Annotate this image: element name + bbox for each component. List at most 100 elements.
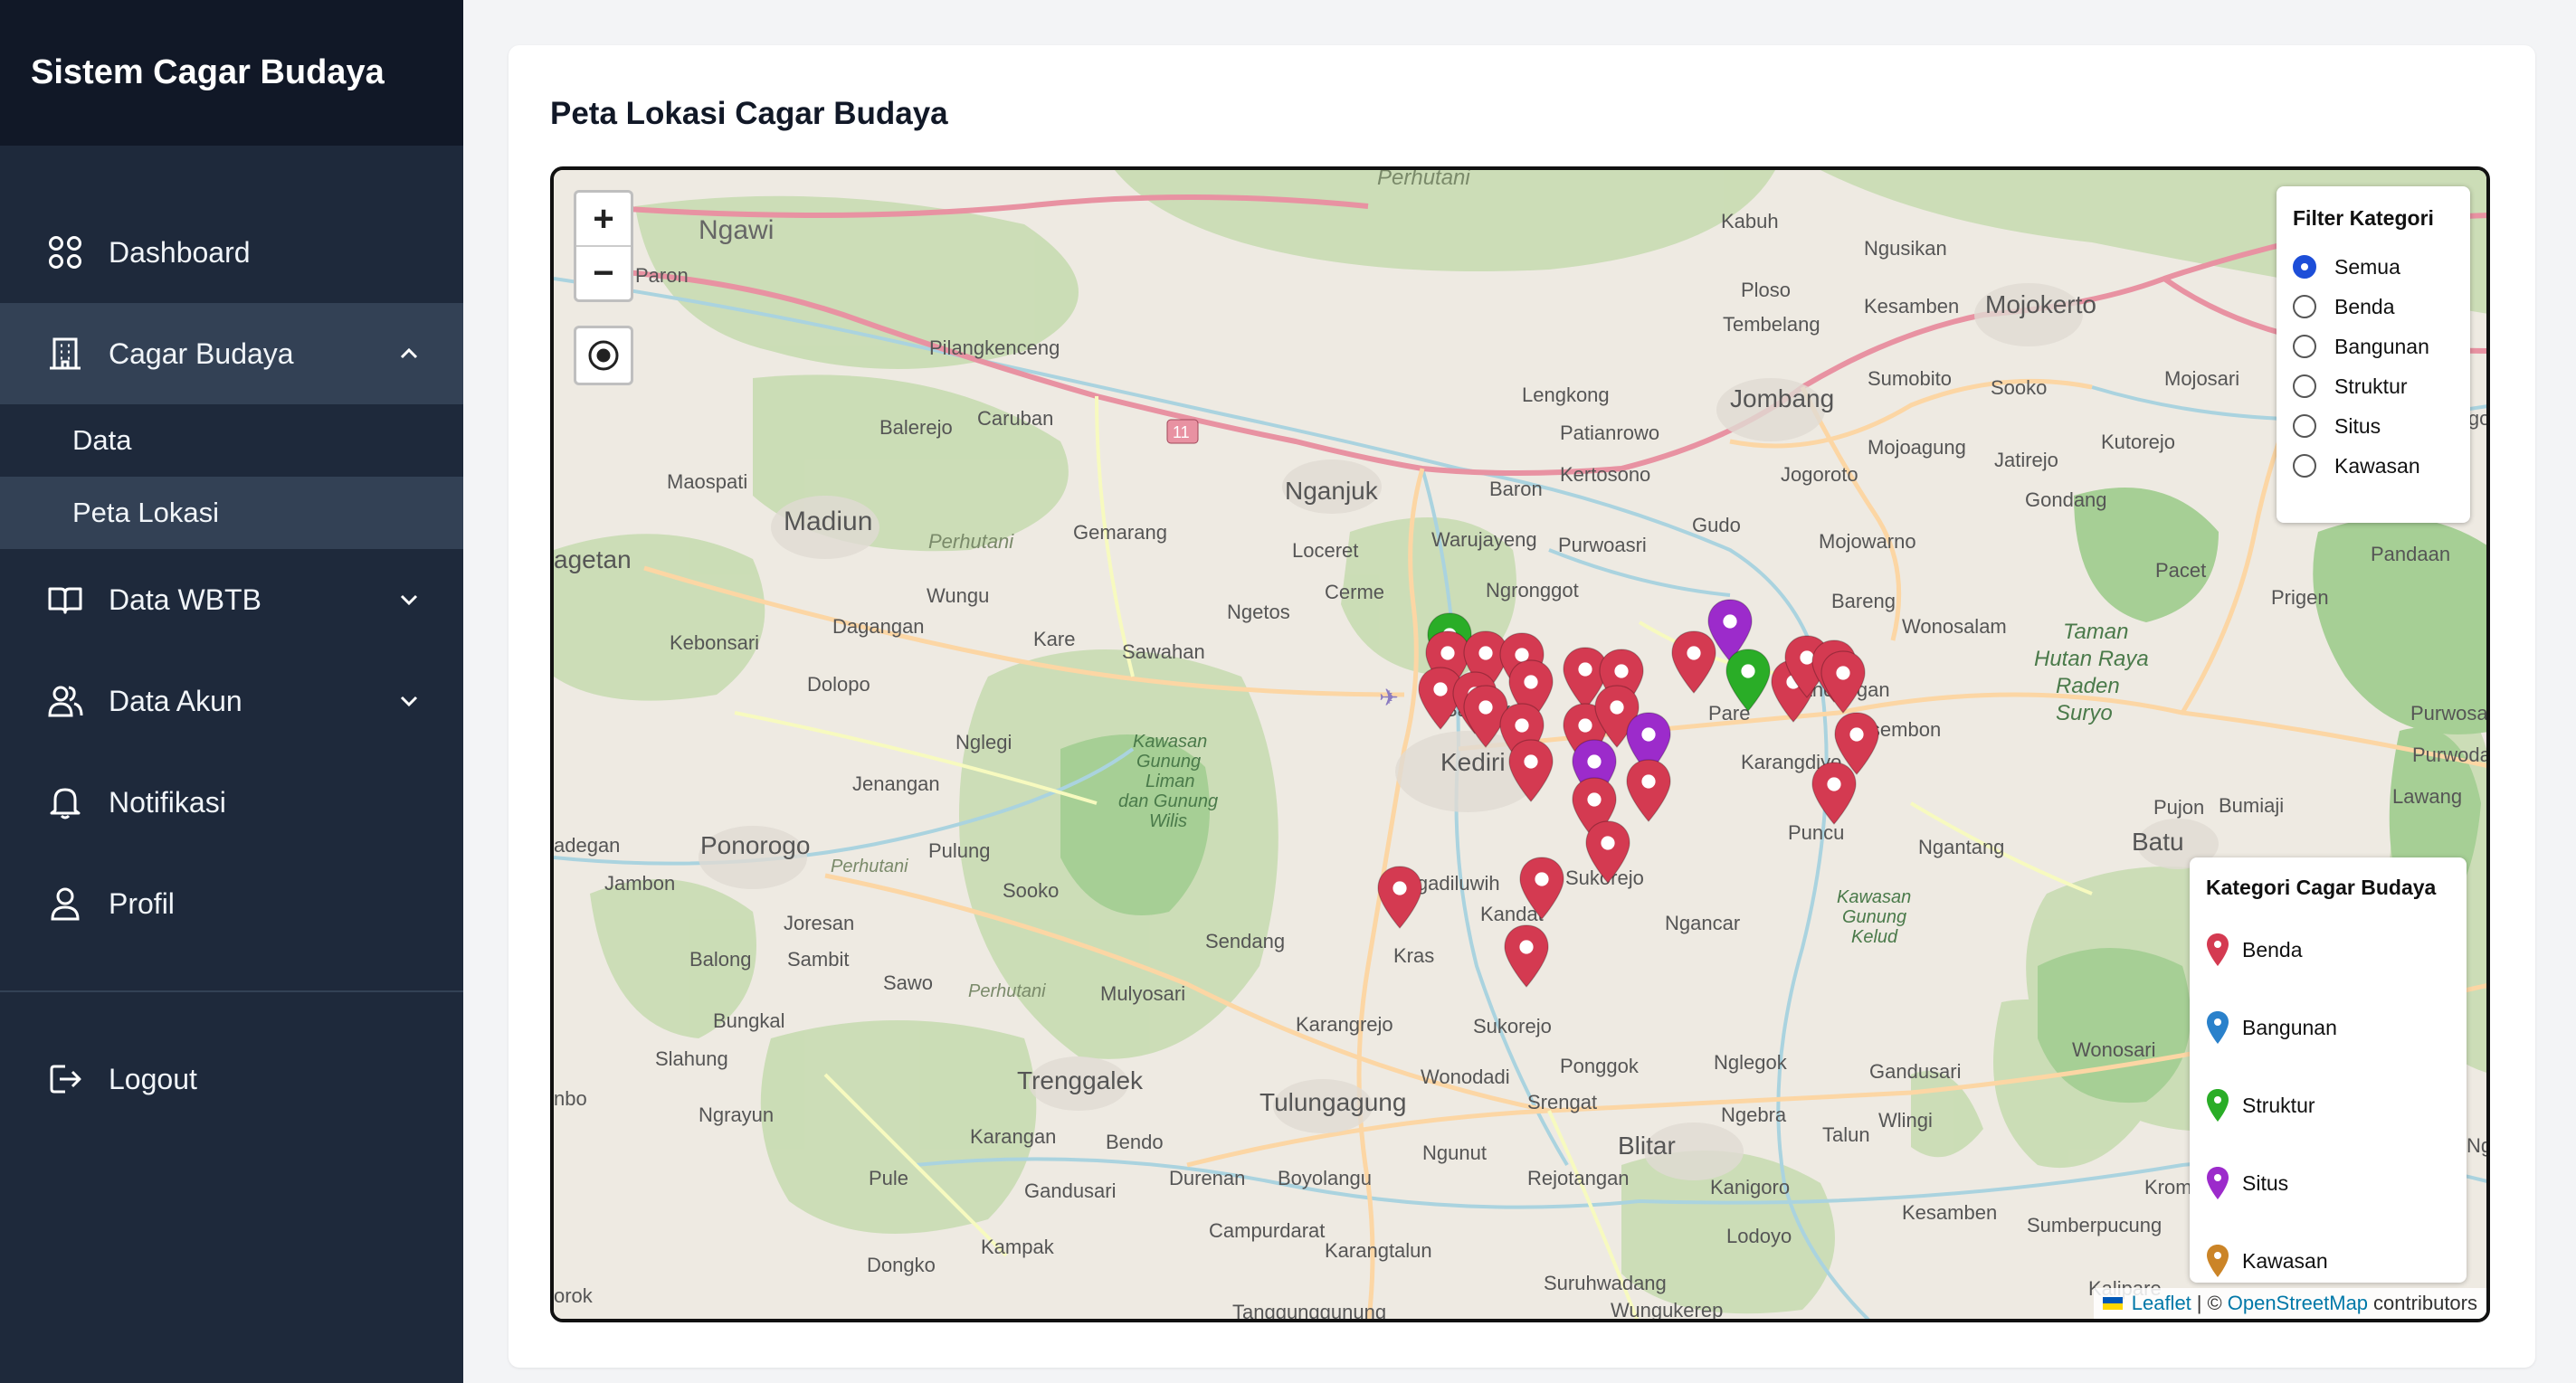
- svg-text:agetan: agetan: [554, 545, 632, 573]
- map-pin-icon: [1626, 759, 1671, 822]
- svg-text:Wungukerep: Wungukerep: [1611, 1299, 1723, 1321]
- sidebar-item-label: Cagar Budaya: [109, 336, 294, 370]
- svg-text:Kesamben: Kesamben: [1864, 295, 1959, 317]
- svg-text:Ponorogo: Ponorogo: [700, 831, 810, 859]
- radio-button[interactable]: [2293, 454, 2316, 478]
- map-marker-benda[interactable]: [1503, 924, 1550, 989]
- svg-text:Sumobito: Sumobito: [1868, 367, 1952, 390]
- svg-text:Lengkong: Lengkong: [1522, 384, 1610, 406]
- filter-option-struktur[interactable]: Struktur: [2293, 366, 2454, 406]
- svg-text:Tembelang: Tembelang: [1723, 313, 1820, 336]
- sidebar-item-dashboard[interactable]: Dashboard: [0, 202, 463, 303]
- svg-text:Pacet: Pacet: [2155, 559, 2206, 582]
- map-marker-benda[interactable]: [1820, 649, 1867, 715]
- attribution-separator: |: [2196, 1292, 2202, 1314]
- svg-text:Talun: Talun: [1822, 1123, 1870, 1146]
- sidebar-item-data-akun[interactable]: Data Akun: [0, 650, 463, 752]
- svg-text:Gunung: Gunung: [1842, 907, 1906, 927]
- radio-button[interactable]: [2293, 414, 2316, 438]
- map-marker-benda[interactable]: [1518, 856, 1565, 921]
- filter-option-benda[interactable]: Benda: [2293, 287, 2454, 327]
- svg-text:Purwosari: Purwosari: [2410, 702, 2490, 725]
- radio-button[interactable]: [2293, 295, 2316, 318]
- highway-shield: 11: [1166, 419, 1199, 444]
- leaflet-link[interactable]: Leaflet: [2132, 1292, 2191, 1315]
- ukraine-flag-icon: [2102, 1297, 2123, 1310]
- filter-title: Filter Kategori: [2293, 206, 2434, 230]
- filter-option-situs[interactable]: Situs: [2293, 406, 2454, 446]
- map-pin-icon: [2207, 1089, 2229, 1122]
- radio-button[interactable]: [2293, 374, 2316, 398]
- attribution-contributors: contributors: [2373, 1292, 2477, 1314]
- map-marker-benda[interactable]: [1507, 738, 1554, 803]
- svg-text:Kebonsari: Kebonsari: [670, 631, 759, 654]
- crosshair-icon: [588, 340, 619, 371]
- sidebar-item-data-wbtb[interactable]: Data WBTB: [0, 549, 463, 650]
- svg-text:Perhutani: Perhutani: [831, 857, 908, 876]
- svg-text:✈: ✈: [1379, 685, 1399, 712]
- filter-option-bangunan[interactable]: Bangunan: [2293, 327, 2454, 366]
- filter-option-label: Kawasan: [2334, 453, 2420, 478]
- svg-text:Jatirejo: Jatirejo: [1994, 449, 2058, 471]
- sidebar-item-label: Notifikasi: [109, 785, 226, 819]
- svg-text:Wonodadi: Wonodadi: [1421, 1066, 1510, 1088]
- svg-text:Kawasan: Kawasan: [1837, 887, 1911, 907]
- svg-text:Blitar: Blitar: [1618, 1132, 1676, 1160]
- map-marker-benda[interactable]: [1376, 865, 1423, 930]
- svg-text:Ngancar: Ngancar: [1665, 912, 1740, 934]
- sidebar-item-label: Dashboard: [109, 235, 251, 269]
- svg-text:Ngebra: Ngebra: [1721, 1104, 1787, 1126]
- svg-text:Cerme: Cerme: [1325, 581, 1384, 603]
- svg-text:Jenangan: Jenangan: [852, 772, 940, 795]
- map-pin-icon: [2207, 933, 2229, 966]
- legend-label: Benda: [2242, 937, 2303, 961]
- svg-text:Purwodadi: Purwodadi: [2412, 744, 2490, 766]
- svg-text:Sumberpucung: Sumberpucung: [2027, 1214, 2162, 1236]
- svg-text:Campurdarat: Campurdarat: [1209, 1219, 1325, 1242]
- svg-text:Gandusari: Gandusari: [1024, 1179, 1117, 1202]
- map-marker-struktur[interactable]: [1725, 648, 1772, 713]
- zoom-out-button[interactable]: −: [576, 245, 631, 299]
- bell-icon: [43, 781, 87, 824]
- svg-text:Kediri: Kediri: [1440, 748, 1506, 776]
- map-view[interactable]: Perhutani Ngawi Kabuh Ngusikan Krian Par…: [550, 166, 2490, 1322]
- svg-text:Patianrowo: Patianrowo: [1560, 422, 1659, 444]
- locate-button[interactable]: [574, 326, 633, 385]
- sidebar-item-profil[interactable]: Profil: [0, 853, 463, 954]
- sidebar-subitem-data[interactable]: Data: [0, 404, 463, 477]
- svg-text:Prigen: Prigen: [2271, 586, 2329, 609]
- svg-text:Dolopo: Dolopo: [807, 673, 870, 696]
- sidebar-item-cagar-budaya[interactable]: Cagar Budaya: [0, 303, 463, 404]
- svg-text:Kabuh: Kabuh: [1721, 210, 1779, 232]
- svg-text:Tanggunggunung: Tanggunggunung: [1232, 1301, 1386, 1322]
- map-marker-benda[interactable]: [1584, 819, 1631, 885]
- svg-text:Lawang: Lawang: [2392, 785, 2462, 808]
- svg-text:Dagangan: Dagangan: [832, 615, 925, 638]
- logout-button[interactable]: Logout: [0, 1028, 463, 1130]
- map-marker-benda[interactable]: [1811, 761, 1858, 826]
- svg-text:Balong: Balong: [689, 948, 752, 971]
- filter-option-label: Benda: [2334, 294, 2395, 318]
- sidebar-subitem-peta-lokasi[interactable]: Peta Lokasi: [0, 477, 463, 549]
- filter-option-semua[interactable]: Semua: [2293, 247, 2454, 287]
- legend-item: Situs: [2206, 1144, 2450, 1222]
- svg-text:Mojosari: Mojosari: [2164, 367, 2239, 390]
- sidebar-item-notifikasi[interactable]: Notifikasi: [0, 752, 463, 853]
- map-pin-icon: [1519, 857, 1564, 920]
- zoom-in-button[interactable]: +: [576, 193, 631, 245]
- users-icon: [43, 679, 87, 723]
- radio-button[interactable]: [2293, 335, 2316, 358]
- legend-label: Bangunan: [2242, 1015, 2337, 1039]
- map-marker-benda[interactable]: [1670, 630, 1717, 695]
- legend-label: Struktur: [2242, 1093, 2315, 1117]
- page-title: Peta Lokasi Cagar Budaya: [550, 96, 948, 131]
- chevron-up-icon: [400, 347, 418, 359]
- sidebar-item-label: Data WBTB: [109, 583, 261, 616]
- svg-text:Ngetos: Ngetos: [1227, 601, 1290, 623]
- filter-panel: Filter Kategori Semua Benda Bangunan Str…: [2277, 186, 2470, 523]
- filter-option-kawasan[interactable]: Kawasan: [2293, 446, 2454, 486]
- osm-link[interactable]: OpenStreetMap: [2228, 1292, 2368, 1315]
- svg-text:Boyolangu: Boyolangu: [1278, 1167, 1372, 1189]
- radio-button[interactable]: [2293, 255, 2316, 279]
- map-marker-benda[interactable]: [1625, 758, 1672, 823]
